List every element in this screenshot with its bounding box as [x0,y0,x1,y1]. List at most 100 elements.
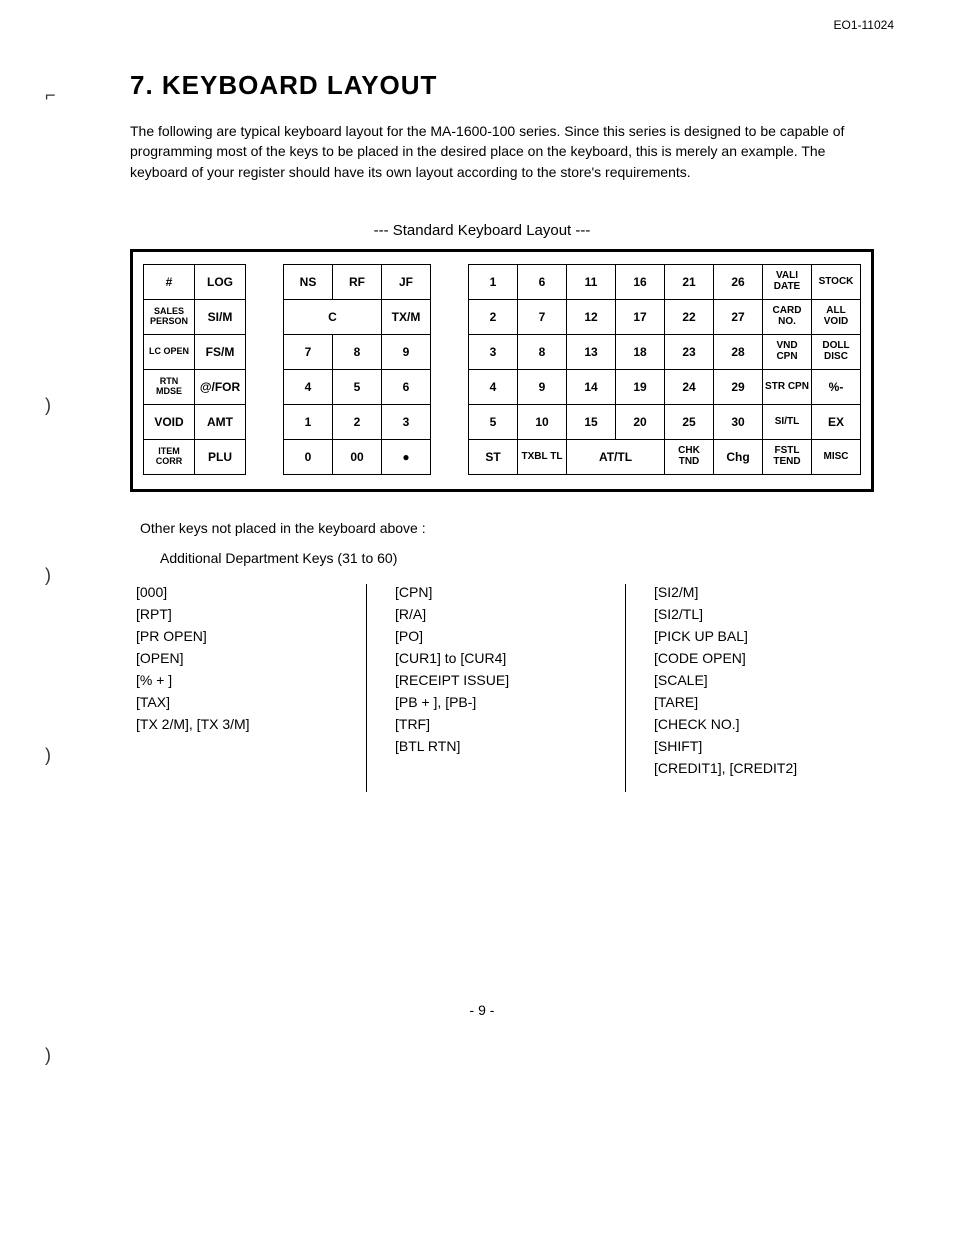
key: 6 [382,369,431,404]
key: STR CPN [763,369,812,404]
key-item: [CUR1] to [CUR4] [395,650,595,666]
section-heading: 7. KEYBOARD LAYOUT [130,70,904,101]
document-id: EO1-11024 [834,18,895,32]
key-item: [R/A] [395,606,595,622]
keyboard-block-1: #LOG SALES PERSONSI/M LC OPENFS/M RTN MD… [143,264,246,475]
key: ALL VOID [812,299,861,334]
key: 24 [665,369,714,404]
key-item: [SI2/M] [654,584,854,600]
key: TXBL TL [518,439,567,474]
key: RTN MDSE [144,369,195,404]
key-item: [CHECK NO.] [654,716,854,732]
key-item: [RECEIPT ISSUE] [395,672,595,688]
key: 26 [714,264,763,299]
key-item: [SCALE] [654,672,854,688]
key: 30 [714,404,763,439]
key: JF [382,264,431,299]
key: SI/TL [763,404,812,439]
key: 27 [714,299,763,334]
key: FSTL TEND [763,439,812,474]
other-keys-col-1: [000] [RPT] [PR OPEN] [OPEN] [% + ] [TAX… [130,584,367,792]
punch-mark: ) [45,565,51,586]
key: 12 [567,299,616,334]
punch-mark: ) [45,395,51,416]
key: 14 [567,369,616,404]
key: STOCK [812,264,861,299]
key: 3 [382,404,431,439]
key: 4 [469,369,518,404]
key: CARD NO. [763,299,812,334]
key: 25 [665,404,714,439]
key-item: [PICK UP BAL] [654,628,854,644]
key-item: [TX 2/M], [TX 3/M] [136,716,336,732]
key: 29 [714,369,763,404]
key: 1 [469,264,518,299]
keyboard-block-2: NSRFJF CTX/M 789 456 123 000● [283,264,431,475]
keyboard-frame: #LOG SALES PERSONSI/M LC OPENFS/M RTN MD… [130,249,874,492]
key: 7 [518,299,567,334]
key-item: [% + ] [136,672,336,688]
key: 21 [665,264,714,299]
key: 28 [714,334,763,369]
key: EX [812,404,861,439]
key: 6 [518,264,567,299]
keyboard-block-3: 1611162126VALI DATESTOCK 2712172227CARD … [468,264,861,475]
other-keys-heading: Other keys not placed in the keyboard ab… [140,520,904,536]
key: 19 [616,369,665,404]
key-item: [SI2/TL] [654,606,854,622]
key-item: [CODE OPEN] [654,650,854,666]
key: SI/M [195,299,246,334]
key-item: [000] [136,584,336,600]
key: 0 [284,439,333,474]
key: 11 [567,264,616,299]
key-item: [RPT] [136,606,336,622]
key: 15 [567,404,616,439]
additional-dept-line: Additional Department Keys (31 to 60) [160,550,904,566]
key: VOID [144,404,195,439]
key-item: [SHIFT] [654,738,854,754]
intro-paragraph: The following are typical keyboard layou… [130,121,874,182]
page-number: - 9 - [60,1002,904,1018]
key: 3 [469,334,518,369]
key: 5 [333,369,382,404]
key-item: [PR OPEN] [136,628,336,644]
other-keys-col-3: [SI2/M] [SI2/TL] [PICK UP BAL] [CODE OPE… [626,584,884,792]
key: 4 [284,369,333,404]
punch-mark: ⌐ [45,85,56,106]
key-item: [TAX] [136,694,336,710]
key: FS/M [195,334,246,369]
key: VND CPN [763,334,812,369]
key: AMT [195,404,246,439]
key: ST [469,439,518,474]
key: MISC [812,439,861,474]
key: 9 [518,369,567,404]
key-item: [TARE] [654,694,854,710]
key: %- [812,369,861,404]
key-item: [TRF] [395,716,595,732]
key: RF [333,264,382,299]
key: AT/TL [567,439,665,474]
key: CHK TND [665,439,714,474]
key: 17 [616,299,665,334]
key: 18 [616,334,665,369]
key: VALI DATE [763,264,812,299]
key: 8 [333,334,382,369]
keyboard-caption: --- Standard Keyboard Layout --- [60,222,904,239]
key: C [284,299,382,334]
other-keys-columns: [000] [RPT] [PR OPEN] [OPEN] [% + ] [TAX… [130,584,904,792]
key: ITEM CORR [144,439,195,474]
key-item: [BTL RTN] [395,738,595,754]
key: 2 [333,404,382,439]
key: 16 [616,264,665,299]
punch-mark: ) [45,745,51,766]
key: 22 [665,299,714,334]
key: Chg [714,439,763,474]
key: PLU [195,439,246,474]
key: DOLL DISC [812,334,861,369]
key: 10 [518,404,567,439]
key: 7 [284,334,333,369]
key: NS [284,264,333,299]
key: 13 [567,334,616,369]
key: 2 [469,299,518,334]
key-item: [OPEN] [136,650,336,666]
